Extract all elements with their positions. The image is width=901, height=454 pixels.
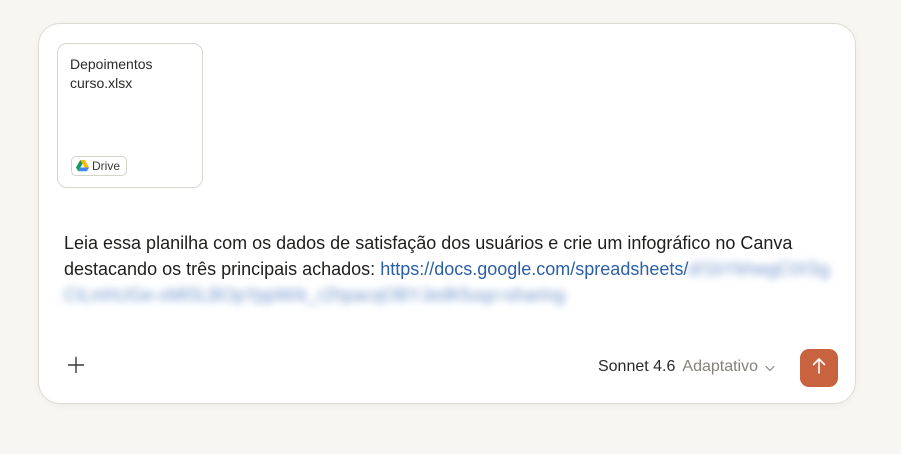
attachment-filename: Depoimentos curso.xlsx	[70, 56, 153, 91]
arrow-up-icon	[811, 357, 827, 380]
attachment-card[interactable]: Depoimentos curso.xlsx Drive	[57, 43, 203, 188]
model-mode: Adaptativo	[682, 358, 758, 375]
plus-icon	[67, 356, 85, 379]
drive-label: Drive	[92, 159, 121, 173]
spreadsheet-link[interactable]: https://docs.google.com/spreadsheets/	[380, 259, 688, 279]
model-name: Sonnet 4.6	[597, 358, 676, 375]
prompt-input[interactable]: Leia essa planilha com os dados de satis…	[64, 230, 834, 308]
drive-source-badge: Drive	[71, 156, 128, 176]
model-selector[interactable]: Sonnet 4.6 Adaptativo	[598, 357, 775, 377]
chevron-down-icon	[765, 359, 775, 377]
message-composer: Depoimentos curso.xlsx Drive Leia essa p…	[38, 23, 856, 404]
google-drive-icon	[76, 160, 89, 172]
add-attachment-button[interactable]	[63, 354, 89, 380]
send-button[interactable]	[800, 349, 838, 387]
